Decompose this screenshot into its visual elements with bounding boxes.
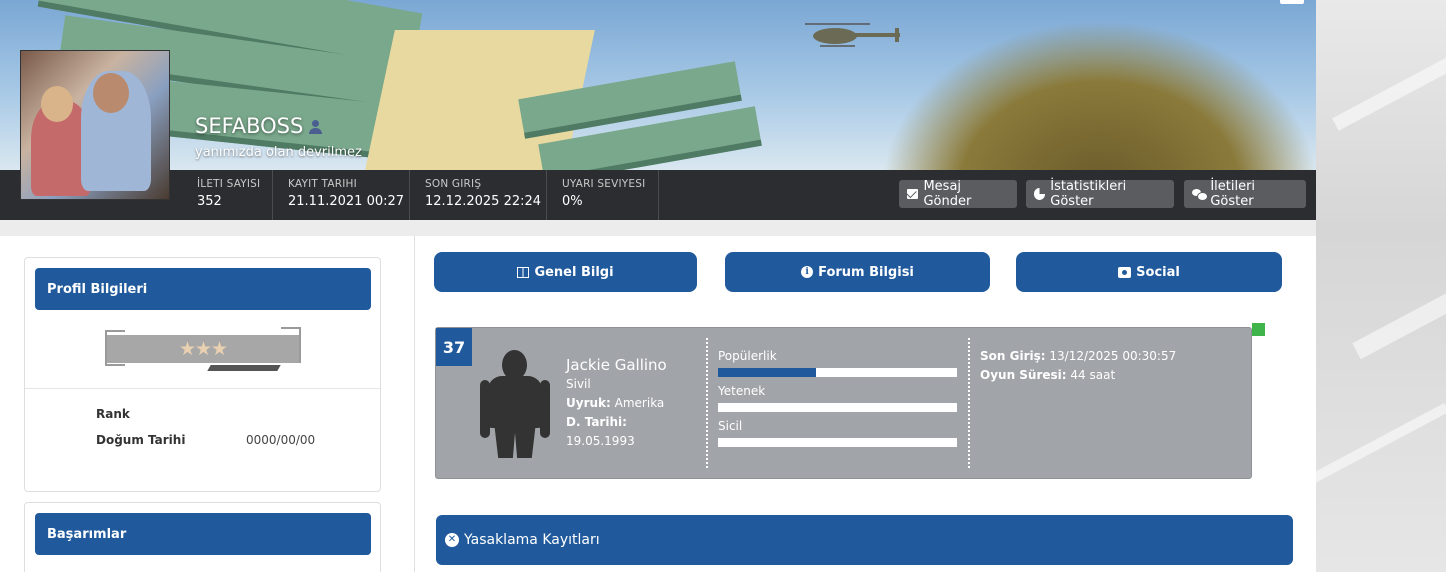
profile-tagline: yanımızda olan devrilmez <box>195 145 362 160</box>
card-divider <box>25 388 380 389</box>
skill-label: Yetenek <box>718 384 766 398</box>
achievements-card: Başarımlar <box>24 502 381 572</box>
close-circle-icon: ✕ <box>445 533 459 547</box>
banner-edit-button[interactable] <box>1280 0 1304 4</box>
stat-post-count: İLETI SAYISI 352 <box>185 170 273 220</box>
tab-social[interactable]: Social <box>1016 252 1282 292</box>
last-login-value: 13/12/2025 00:30:57 <box>1049 349 1177 363</box>
stat-label: SON GIRIŞ <box>425 178 482 190</box>
stat-label: KAYIT TARIHI <box>288 178 357 190</box>
popularity-fill <box>718 368 816 377</box>
comments-icon <box>1192 188 1209 201</box>
nationality-value: Amerika <box>614 396 665 410</box>
character-playtime: Oyun Süresi: 44 saat <box>980 368 1115 382</box>
send-message-label: Mesaj Gönder <box>923 179 972 209</box>
stat-register-date: KAYIT TARIHI 21.11.2021 00:27 <box>276 170 410 220</box>
tab-label: Social <box>1136 264 1180 280</box>
show-statistics-button[interactable]: İstatistikleri Göster <box>1026 179 1174 209</box>
character-silhouette-icon <box>480 350 550 458</box>
character-faction: Sivil <box>566 377 591 391</box>
stat-warning-level: UYARI SEVIYESI 0% <box>550 170 659 220</box>
profile-username: SEFABOSS <box>195 114 329 138</box>
character-name: Jackie Gallino <box>566 356 667 374</box>
user-check-icon <box>309 120 329 134</box>
stat-last-login: SON GIRIŞ 12.12.2025 22:24 <box>413 170 547 220</box>
playtime-label: Oyun Süresi: <box>980 368 1067 382</box>
playtime-value: 44 saat <box>1070 368 1116 382</box>
show-statistics-label: İstatistikleri Göster <box>1050 179 1127 209</box>
tab-general-info[interactable]: Genel Bilgi <box>434 252 697 292</box>
send-message-button[interactable]: Mesaj Gönder <box>899 179 1017 209</box>
ban-records-label: Yasaklama Kayıtları <box>464 532 600 548</box>
helicopter-graphic <box>805 23 900 47</box>
columns-icon <box>517 266 530 278</box>
tab-forum-info[interactable]: i Forum Bilgisi <box>725 252 990 292</box>
stat-value: 12.12.2025 22:24 <box>425 194 542 209</box>
envelope-icon <box>907 189 919 199</box>
character-nationality: Uyruk: Amerika <box>566 396 664 410</box>
avatar <box>20 50 170 200</box>
online-status-indicator <box>1252 323 1265 336</box>
birth-date-value: 0000/00/00 <box>246 433 316 447</box>
profile-banner: SEFABOSS yanımızda olan devrilmez <box>0 0 1316 170</box>
character-last-login: Son Giriş: 13/12/2025 00:30:57 <box>980 349 1176 363</box>
character-birth-label: D. Tarihi: <box>566 415 627 429</box>
record-label: Sicil <box>718 419 743 433</box>
stat-value: 21.11.2021 00:27 <box>288 194 405 209</box>
dotted-divider <box>968 338 970 468</box>
stat-label: İLETI SAYISI <box>197 178 261 190</box>
tab-label: Genel Bilgi <box>534 264 614 280</box>
popularity-label: Popülerlik <box>718 349 777 363</box>
record-bar <box>718 438 957 447</box>
info-icon: i <box>801 266 814 278</box>
pie-chart-icon <box>1034 188 1046 200</box>
column-divider <box>414 236 415 572</box>
ban-records-header[interactable]: ✕ Yasaklama Kayıtları <box>436 515 1293 565</box>
achievements-header[interactable]: Başarımlar <box>35 513 371 555</box>
tab-label: Forum Bilgisi <box>818 264 914 280</box>
character-card[interactable]: 37 Jackie Gallino Sivil Uyruk: Amerika D… <box>435 327 1252 479</box>
background-panel <box>1316 0 1446 572</box>
dotted-divider <box>706 338 708 468</box>
profile-info-card: Profil Bilgileri ★★★ Rank Doğum Tarihi 0… <box>24 257 381 492</box>
rank-label: Rank <box>96 407 130 421</box>
profile-info-header: Profil Bilgileri <box>35 268 371 310</box>
last-login-label: Son Giriş: <box>980 349 1046 363</box>
stat-label: UYARI SEVIYESI <box>562 178 646 190</box>
character-birth-date: 19.05.1993 <box>566 434 635 448</box>
rank-badge: ★★★ <box>105 327 301 376</box>
nationality-label: Uyruk: <box>566 396 611 410</box>
popularity-bar <box>718 368 957 377</box>
stat-value: 0% <box>562 194 583 209</box>
show-posts-button[interactable]: İletileri Göster <box>1184 179 1306 209</box>
camera-icon <box>1118 266 1132 278</box>
character-level: 37 <box>436 328 472 366</box>
stat-value: 352 <box>197 194 222 209</box>
show-posts-label: İletileri Göster <box>1210 179 1256 209</box>
skill-bar <box>718 403 957 412</box>
rank-stars: ★★★ <box>107 335 299 363</box>
birth-date-label: Doğum Tarihi <box>96 433 186 447</box>
